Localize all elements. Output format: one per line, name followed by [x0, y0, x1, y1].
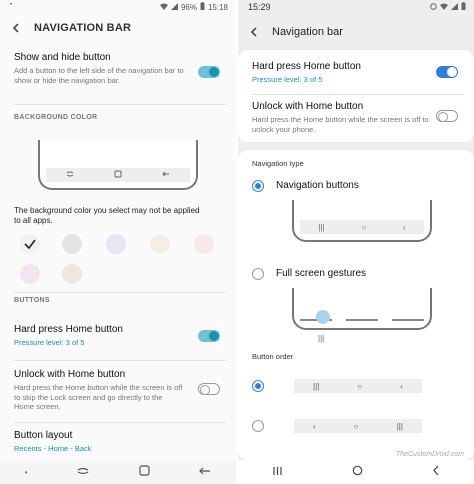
recents-icon: ||| — [313, 381, 320, 391]
setting-title: Button layout — [14, 430, 73, 441]
section-header-background-color: BACKGROUND COLOR — [14, 114, 98, 121]
home-icon: ○ — [353, 421, 359, 431]
watermark: TheCustomDroid.com — [395, 451, 464, 458]
show-hide-button-setting[interactable]: Show and hide button Add a button to the… — [14, 52, 226, 85]
option-label-navigation-buttons[interactable]: Navigation buttons — [276, 180, 359, 191]
divider — [252, 94, 464, 95]
signal-icon — [451, 2, 458, 12]
radio-button-order-2[interactable] — [252, 420, 264, 432]
back-arrow-icon[interactable] — [248, 25, 262, 39]
radio-navigation-buttons[interactable] — [252, 180, 264, 192]
pressure-level: Pressure level: 3 of 5 — [252, 75, 323, 84]
setting-title: Unlock with Home button — [252, 101, 364, 112]
color-swatch[interactable] — [194, 234, 214, 254]
page-title: Navigation bar — [272, 26, 343, 38]
setting-title: Unlock with Home button — [14, 369, 126, 380]
button-order-option-2: ‹ ○ ||| — [294, 419, 422, 433]
nav-dot-icon[interactable]: • — [25, 468, 28, 477]
right-screen: 15:29 Navigation bar Hard press Home but… — [238, 0, 474, 484]
recents-icon: ||| — [318, 334, 325, 343]
color-swatch[interactable] — [150, 234, 170, 254]
pressure-level: Pressure level: 3 of 5 — [14, 338, 85, 347]
button-layout-setting[interactable]: Button layout Recents - Home - Back — [14, 430, 226, 454]
section-header-buttons: BUTTONS — [14, 297, 50, 304]
hard-press-toggle[interactable] — [436, 66, 458, 78]
gestures-preview — [292, 288, 432, 330]
color-swatch[interactable] — [20, 234, 40, 254]
setting-title: Hard press Home button — [14, 324, 123, 335]
navigation-buttons-preview: ||| ○ ‹ — [292, 200, 432, 242]
color-swatch[interactable] — [20, 264, 40, 284]
section-header-button-order: Button order — [252, 352, 294, 361]
color-swatch[interactable] — [62, 234, 82, 254]
back-icon[interactable] — [432, 463, 440, 481]
option-label-full-screen-gestures[interactable]: Full screen gestures — [276, 268, 366, 279]
color-swatch[interactable] — [62, 264, 82, 284]
divider — [14, 292, 226, 293]
left-screen: • 96% 15:18 NAVIGATION BAR Show and hide… — [0, 0, 236, 484]
system-nav-bar: • — [0, 460, 236, 484]
signal-icon — [170, 2, 178, 12]
back-arrow-icon[interactable] — [10, 21, 24, 35]
divider — [14, 104, 226, 105]
back-icon: ‹ — [313, 421, 316, 431]
recents-icon: ||| — [396, 421, 403, 431]
app-bar: Navigation bar — [238, 20, 474, 44]
setting-description: Add a button to the left side of the nav… — [14, 66, 184, 85]
back-icon — [162, 170, 170, 180]
recents-icon[interactable] — [272, 463, 283, 481]
page-title: NAVIGATION BAR — [34, 22, 132, 34]
navbar-preview — [38, 140, 198, 190]
section-header-navigation-type: Navigation type — [252, 159, 304, 168]
divider — [14, 422, 226, 423]
notification-dot: • — [10, 2, 13, 8]
battery-icon — [461, 2, 466, 12]
back-icon: ‹ — [402, 222, 406, 232]
status-time: 15:18 — [207, 2, 228, 12]
home-icon[interactable] — [139, 463, 150, 481]
battery-percent: 96% — [180, 2, 197, 12]
gesture-touch-indicator — [316, 310, 330, 324]
setting-description: Hard press the Home button while the scr… — [14, 383, 183, 411]
background-color-note: The background color you select may not … — [14, 206, 200, 225]
system-nav-bar — [238, 460, 474, 484]
home-icon[interactable] — [352, 463, 363, 481]
home-button-card: Hard press Home button Pressure level: 3… — [238, 50, 474, 142]
checkmark-icon — [24, 239, 36, 250]
home-icon: ○ — [357, 381, 363, 391]
back-icon[interactable] — [199, 463, 211, 481]
radio-button-order-1[interactable] — [252, 380, 264, 392]
alarm-icon — [430, 2, 437, 12]
hard-press-home-setting[interactable]: Hard press Home button Pressure level: 3… — [252, 61, 464, 85]
home-icon — [114, 170, 122, 180]
app-bar: NAVIGATION BAR — [0, 16, 236, 40]
recents-icon — [66, 170, 74, 180]
status-bar: • 96% 15:18 — [0, 0, 236, 14]
navigation-type-card: Navigation type Navigation buttons ||| ○… — [238, 150, 474, 460]
recents-icon[interactable] — [77, 463, 89, 481]
wifi-icon — [159, 3, 168, 12]
button-order-option-1: ||| ○ ‹ — [294, 379, 422, 393]
divider — [14, 360, 226, 361]
setting-title: Show and hide button — [14, 52, 111, 63]
show-hide-toggle[interactable] — [198, 66, 220, 78]
unlock-toggle[interactable] — [436, 110, 458, 122]
battery-icon — [200, 2, 205, 12]
color-swatch[interactable] — [106, 234, 126, 254]
radio-full-screen-gestures[interactable] — [252, 268, 264, 280]
unlock-toggle[interactable] — [198, 383, 220, 395]
setting-description: Hard press the Home button while the scr… — [252, 115, 429, 134]
wifi-icon — [440, 3, 448, 12]
home-icon: ○ — [361, 222, 367, 232]
status-time: 15:29 — [248, 2, 271, 12]
recents-icon: ||| — [318, 222, 325, 232]
unlock-home-setting[interactable]: Unlock with Home button Hard press the H… — [252, 101, 464, 134]
button-layout-value: Recents - Home - Back — [14, 444, 92, 453]
setting-title: Hard press Home button — [252, 61, 361, 72]
back-icon: ‹ — [400, 381, 403, 391]
hard-press-home-setting[interactable]: Hard press Home button Pressure level: 3… — [14, 324, 226, 348]
hard-press-toggle[interactable] — [198, 330, 220, 342]
unlock-home-setting[interactable]: Unlock with Home button Hard press the H… — [14, 369, 226, 412]
status-bar: 15:29 — [238, 0, 474, 14]
